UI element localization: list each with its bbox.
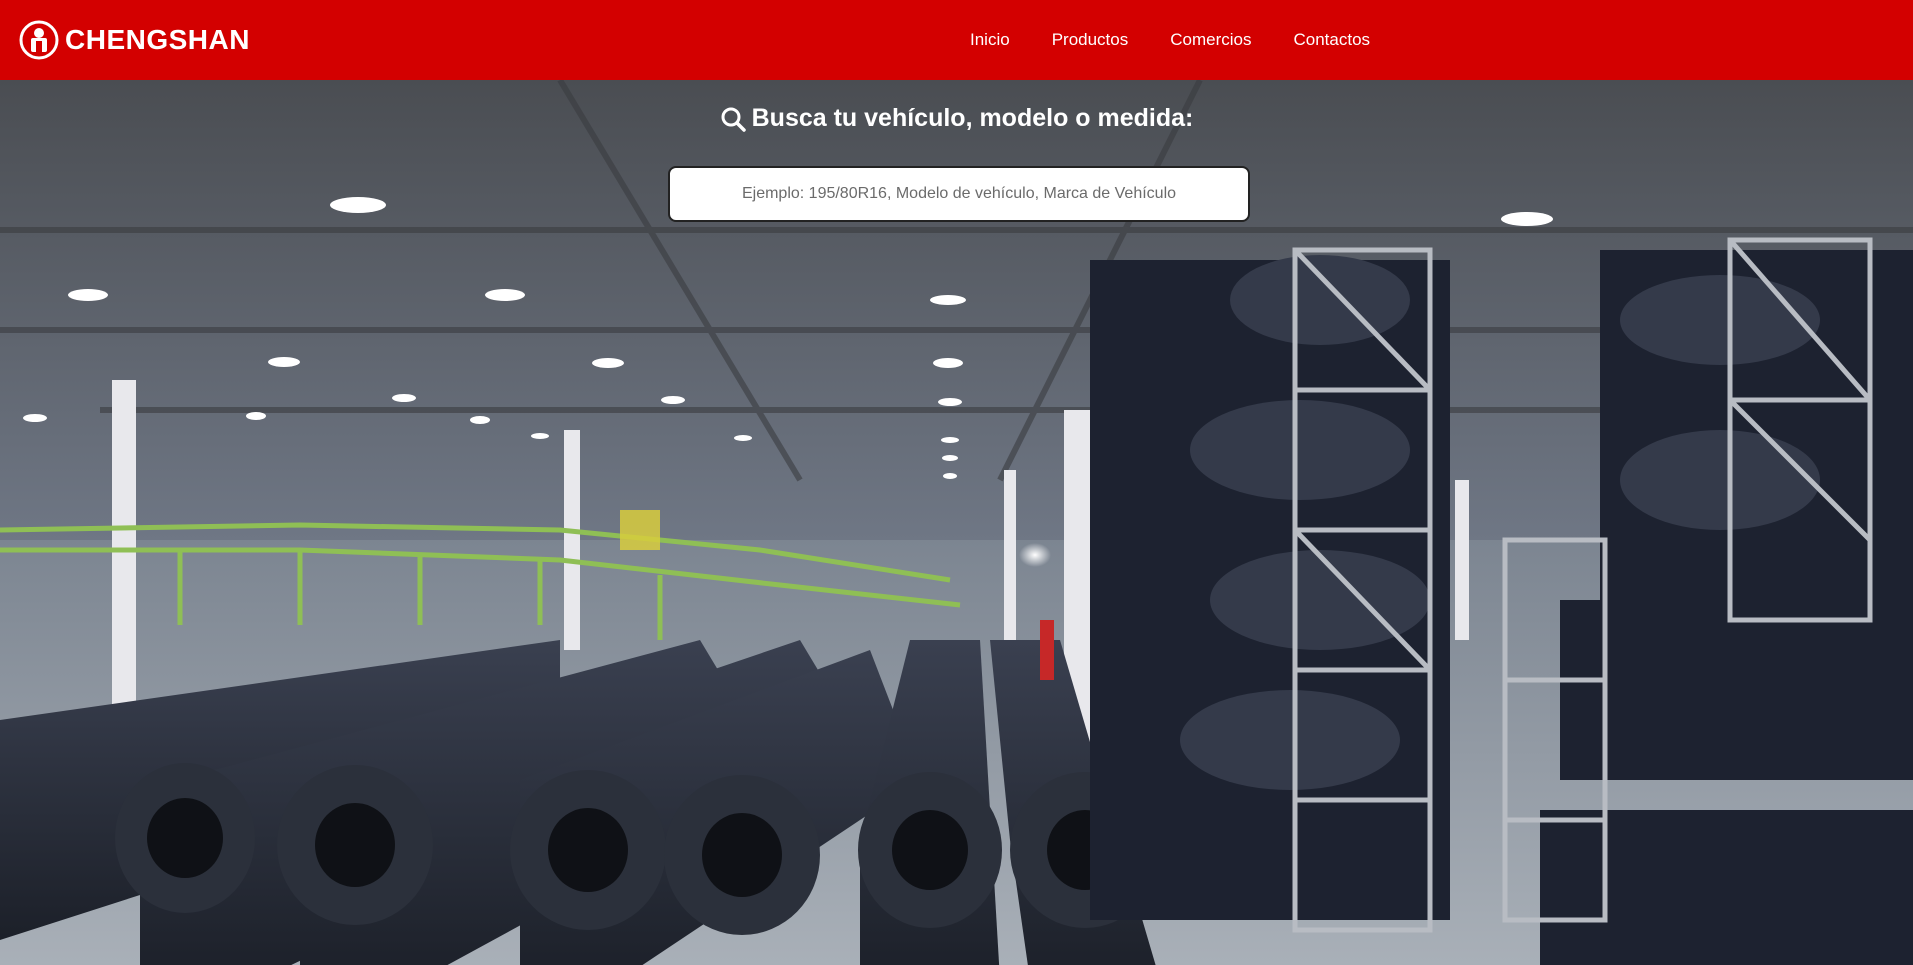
chengshan-logo-icon [19, 20, 59, 60]
hero-section: Busca tu vehículo, modelo o medida: [0, 80, 1913, 965]
top-navbar: CHENGSHAN Inicio Productos Comercios Con… [0, 0, 1913, 80]
brand[interactable]: CHENGSHAN [19, 20, 250, 60]
search-heading: Busca tu vehículo, modelo o medida: [0, 104, 1913, 133]
nav-item-productos[interactable]: Productos [1052, 30, 1129, 50]
main-nav: Inicio Productos Comercios Contactos [970, 0, 1412, 80]
search-input[interactable] [668, 166, 1250, 222]
search-icon [720, 106, 746, 132]
nav-item-comercios[interactable]: Comercios [1170, 30, 1251, 50]
nav-item-contactos[interactable]: Contactos [1293, 30, 1370, 50]
brand-name: CHENGSHAN [65, 24, 250, 55]
search-heading-text: Busca tu vehículo, modelo o medida: [751, 104, 1194, 132]
nav-item-inicio[interactable]: Inicio [970, 30, 1010, 50]
